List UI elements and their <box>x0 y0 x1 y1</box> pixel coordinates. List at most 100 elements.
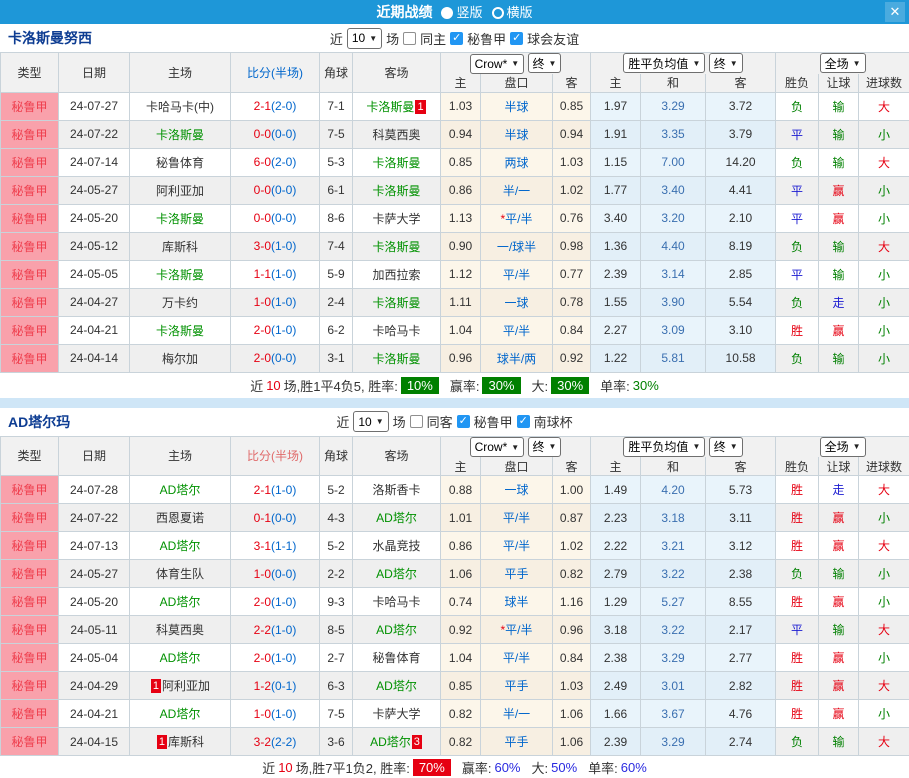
home-team-name[interactable]: AD塔尔 <box>160 707 201 721</box>
league-cell: 秘鲁甲 <box>1 120 59 148</box>
games-count-select[interactable]: 10▼ <box>353 411 388 432</box>
score-cell: 1-0(1-0) <box>231 288 320 316</box>
score-cell: 0-0(0-0) <box>231 120 320 148</box>
away-team-name[interactable]: 卡洛斯曼 <box>372 156 420 170</box>
odds-company-select[interactable]: Crow*▼ <box>470 54 525 74</box>
handicap-result-cell: 输 <box>819 92 859 120</box>
home-odds-cell: 0.74 <box>441 588 481 616</box>
goals-cell: 小 <box>859 504 909 532</box>
filter-checkbox-0[interactable] <box>403 32 416 45</box>
home-team-name[interactable]: 阿利亚加 <box>156 184 204 198</box>
date-cell: 24-07-22 <box>59 504 130 532</box>
away-team-name[interactable]: AD塔尔 <box>370 735 411 749</box>
score-cell: 2-1(2-0) <box>231 92 320 120</box>
corner-cell: 7-4 <box>320 232 353 260</box>
away-team-cell: 洛斯香卡 <box>353 476 441 504</box>
summary-rate-badge: 10% <box>401 377 439 394</box>
away-team-name[interactable]: 秘鲁体育 <box>372 651 420 665</box>
final-select[interactable]: 终▼ <box>709 437 743 457</box>
result-cell: 负 <box>776 344 819 372</box>
avg-win-cell: 2.27 <box>591 316 641 344</box>
away-team-name[interactable]: AD塔尔 <box>376 679 417 693</box>
home-team-name[interactable]: 万卡约 <box>162 296 198 310</box>
avg-lose-cell: 3.12 <box>706 532 776 560</box>
home-team-name[interactable]: 阿利亚加 <box>162 679 210 693</box>
away-team-name[interactable]: 卡洛斯曼 <box>372 184 420 198</box>
avg-lose-cell: 2.85 <box>706 260 776 288</box>
crow-group-header: Crow*▼ 终▼ <box>441 436 591 457</box>
chevron-down-icon: ▼ <box>692 442 700 451</box>
home-team-cell: 库斯科 <box>130 232 231 260</box>
away-team-name[interactable]: 卡洛斯曼 <box>372 240 420 254</box>
away-team-name[interactable]: 卡哈马卡 <box>372 595 420 609</box>
goals-cell: 大 <box>859 616 909 644</box>
home-team-name[interactable]: 卡洛斯曼 <box>156 268 204 282</box>
home-team-name[interactable]: 梅尔加 <box>162 352 198 366</box>
result-cell: 负 <box>776 148 819 176</box>
filter-checkbox-0[interactable] <box>410 415 423 428</box>
avg-win-cell: 2.23 <box>591 504 641 532</box>
close-icon[interactable]: ✕ <box>885 2 905 22</box>
goals-cell: 小 <box>859 288 909 316</box>
home-team-name[interactable]: AD塔尔 <box>160 483 201 497</box>
fulltime-select[interactable]: 全场▼ <box>820 53 866 73</box>
away-team-name[interactable]: 科莫西奥 <box>372 128 420 142</box>
home-team-name[interactable]: AD塔尔 <box>160 595 201 609</box>
handicap-result-cell: 赢 <box>819 176 859 204</box>
home-team-name[interactable]: 卡哈马卡(中) <box>146 100 214 114</box>
result-cell: 平 <box>776 204 819 232</box>
away-team-name[interactable]: 卡萨大学 <box>372 212 420 226</box>
layout-radio-0[interactable] <box>441 7 453 19</box>
home-team-name[interactable]: AD塔尔 <box>160 539 201 553</box>
filter-checkbox-1[interactable] <box>450 32 463 45</box>
home-team-name[interactable]: 卡洛斯曼 <box>156 324 204 338</box>
away-team-name[interactable]: AD塔尔 <box>376 511 417 525</box>
home-team-name[interactable]: 体育生队 <box>156 567 204 581</box>
filter-checkbox-2[interactable] <box>517 415 530 428</box>
avg-win-cell: 2.39 <box>591 728 641 756</box>
home-team-name[interactable]: 库斯科 <box>162 240 198 254</box>
home-team-name[interactable]: 卡洛斯曼 <box>156 212 204 226</box>
games-count-select[interactable]: 10▼ <box>347 28 382 49</box>
score-cell: 6-0(2-0) <box>231 148 320 176</box>
league-cell: 秘鲁甲 <box>1 672 59 700</box>
away-odds-cell: 1.06 <box>553 700 591 728</box>
filter-checkbox-2[interactable] <box>510 32 523 45</box>
avg-odds-select[interactable]: 胜平负均值▼ <box>623 437 705 457</box>
home-team-name[interactable]: 秘鲁体育 <box>156 156 204 170</box>
away-team-name[interactable]: 卡哈马卡 <box>372 324 420 338</box>
fulltime-select[interactable]: 全场▼ <box>820 437 866 457</box>
match-row: 秘鲁甲24-05-11科莫西奥2-2(1-0)8-5AD塔尔0.92*平/半0.… <box>1 616 909 644</box>
corner-cell: 2-7 <box>320 644 353 672</box>
home-odds-cell: 0.94 <box>441 120 481 148</box>
away-team-name[interactable]: 加西拉索 <box>372 268 420 282</box>
odds-company-select[interactable]: Crow*▼ <box>470 437 525 457</box>
layout-radio-1[interactable] <box>492 7 504 19</box>
away-team-name[interactable]: 卡洛斯曼 <box>366 100 414 114</box>
sub-col-header: 进球数 <box>859 74 909 93</box>
date-cell: 24-05-04 <box>59 644 130 672</box>
final-select[interactable]: 终▼ <box>528 53 562 73</box>
away-team-name[interactable]: 卡萨大学 <box>372 707 420 721</box>
home-team-name[interactable]: 库斯科 <box>168 735 204 749</box>
home-team-name[interactable]: 科莫西奥 <box>156 623 204 637</box>
home-team-name[interactable]: AD塔尔 <box>160 651 201 665</box>
avg-odds-select[interactable]: 胜平负均值▼ <box>623 53 705 73</box>
away-team-name[interactable]: 水晶竞技 <box>372 539 420 553</box>
away-team-name[interactable]: 卡洛斯曼 <box>372 352 420 366</box>
final-select[interactable]: 终▼ <box>528 437 562 457</box>
home-team-name[interactable]: 卡洛斯曼 <box>156 128 204 142</box>
goals-cell: 大 <box>859 476 909 504</box>
away-team-name[interactable]: 洛斯香卡 <box>372 483 420 497</box>
home-team-name[interactable]: 西恩夏诺 <box>156 511 204 525</box>
summary-label: 大: <box>532 376 549 395</box>
away-team-name[interactable]: 卡洛斯曼 <box>372 296 420 310</box>
final-select[interactable]: 终▼ <box>709 53 743 73</box>
filter-checkbox-1[interactable] <box>457 415 470 428</box>
away-team-name[interactable]: AD塔尔 <box>376 567 417 581</box>
away-team-name[interactable]: AD塔尔 <box>376 623 417 637</box>
away-team-cell: 卡洛斯曼 <box>353 344 441 372</box>
corner-cell: 3-6 <box>320 728 353 756</box>
avg-win-cell: 2.22 <box>591 532 641 560</box>
home-team-cell: 1阿利亚加 <box>130 672 231 700</box>
